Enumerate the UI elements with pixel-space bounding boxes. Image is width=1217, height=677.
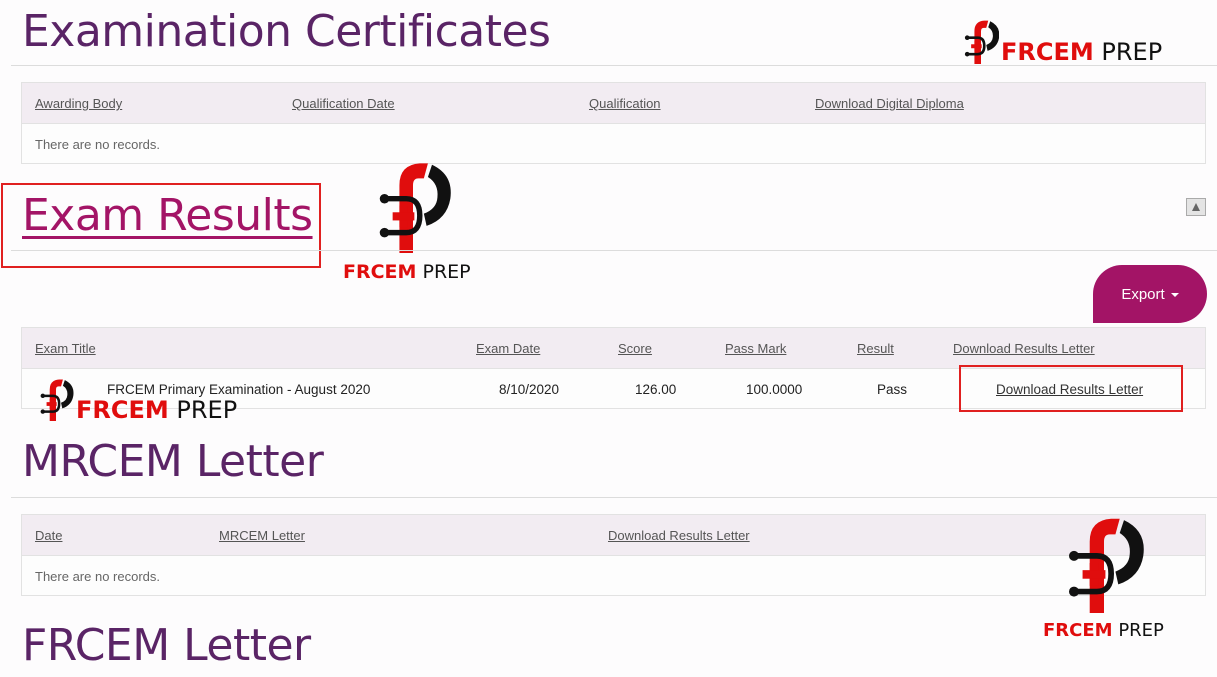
column-awarding-body[interactable]: Awarding Body xyxy=(35,96,122,111)
logo-text-red: FRCEM xyxy=(1043,620,1113,641)
logo-text-red: FRCEM xyxy=(76,396,169,424)
pass-mark: 100.0000 xyxy=(746,382,803,397)
divider xyxy=(11,65,1217,66)
mrcem-letter-table: Date MRCEM Letter Download Results Lette… xyxy=(21,514,1206,596)
scroll-to-top-button[interactable] xyxy=(1186,198,1206,216)
frcem-letter-title: FRCEM Letter xyxy=(22,620,311,671)
certificates-title: Examination Certificates xyxy=(22,6,551,57)
column-exam-title[interactable]: Exam Title xyxy=(35,341,96,356)
empty-message: There are no records. xyxy=(35,569,161,584)
column-pass-mark[interactable]: Pass Mark xyxy=(725,341,786,356)
column-date[interactable]: Date xyxy=(35,528,62,543)
logo-text-black: PREP xyxy=(176,396,238,424)
exam-results-title[interactable]: Exam Results xyxy=(22,190,313,241)
column-download-results-letter[interactable]: Download Results Letter xyxy=(953,341,1095,356)
logo-text-black: PREP xyxy=(1101,38,1163,66)
brand-logo: FRCEM PREP xyxy=(963,18,1163,66)
table-row: There are no records. xyxy=(22,124,1205,163)
arrow-up-icon xyxy=(1192,203,1200,211)
table-header: Date MRCEM Letter Download Results Lette… xyxy=(22,515,1205,556)
result: Pass xyxy=(877,382,908,397)
logo-mark-icon xyxy=(368,158,458,253)
export-button[interactable]: Export xyxy=(1093,265,1207,323)
highlight-box xyxy=(959,365,1183,412)
table-header: Awarding Body Qualification Date Qualifi… xyxy=(22,83,1205,124)
divider xyxy=(11,497,1217,498)
logo-mark-icon xyxy=(1059,513,1149,613)
divider xyxy=(11,250,1217,251)
table-row: There are no records. xyxy=(22,556,1205,595)
logo-mark-icon xyxy=(38,377,74,421)
empty-message: There are no records. xyxy=(35,137,161,152)
column-mrcem-letter[interactable]: MRCEM Letter xyxy=(219,528,305,543)
mrcem-letter-title: MRCEM Letter xyxy=(22,436,324,487)
brand-logo-large: FRCEM PREP xyxy=(1043,513,1178,641)
caret-down-icon xyxy=(1170,293,1179,297)
exam-date: 8/10/2020 xyxy=(499,382,560,397)
logo-text-black: PREP xyxy=(1118,620,1164,641)
column-score[interactable]: Score xyxy=(618,341,652,356)
column-qualification[interactable]: Qualification xyxy=(589,96,661,111)
brand-logo-large: FRCEM PREP xyxy=(343,158,473,283)
brand-logo-small: FRCEM PREP xyxy=(38,377,238,424)
logo-mark-icon xyxy=(963,18,999,64)
logo-text-red: FRCEM xyxy=(343,261,417,283)
logo-text-red: FRCEM xyxy=(1001,38,1094,66)
export-label: Export xyxy=(1121,285,1165,303)
table-header: Exam Title Exam Date Score Pass Mark Res… xyxy=(22,328,1205,369)
certificates-table: Awarding Body Qualification Date Qualifi… xyxy=(21,82,1206,164)
logo-text-black: PREP xyxy=(422,261,471,283)
score: 126.00 xyxy=(635,382,677,397)
column-result[interactable]: Result xyxy=(857,341,894,356)
column-qualification-date[interactable]: Qualification Date xyxy=(292,96,395,111)
column-download-digital-diploma[interactable]: Download Digital Diploma xyxy=(815,96,964,111)
column-download-results-letter[interactable]: Download Results Letter xyxy=(608,528,750,543)
column-exam-date[interactable]: Exam Date xyxy=(476,341,540,356)
